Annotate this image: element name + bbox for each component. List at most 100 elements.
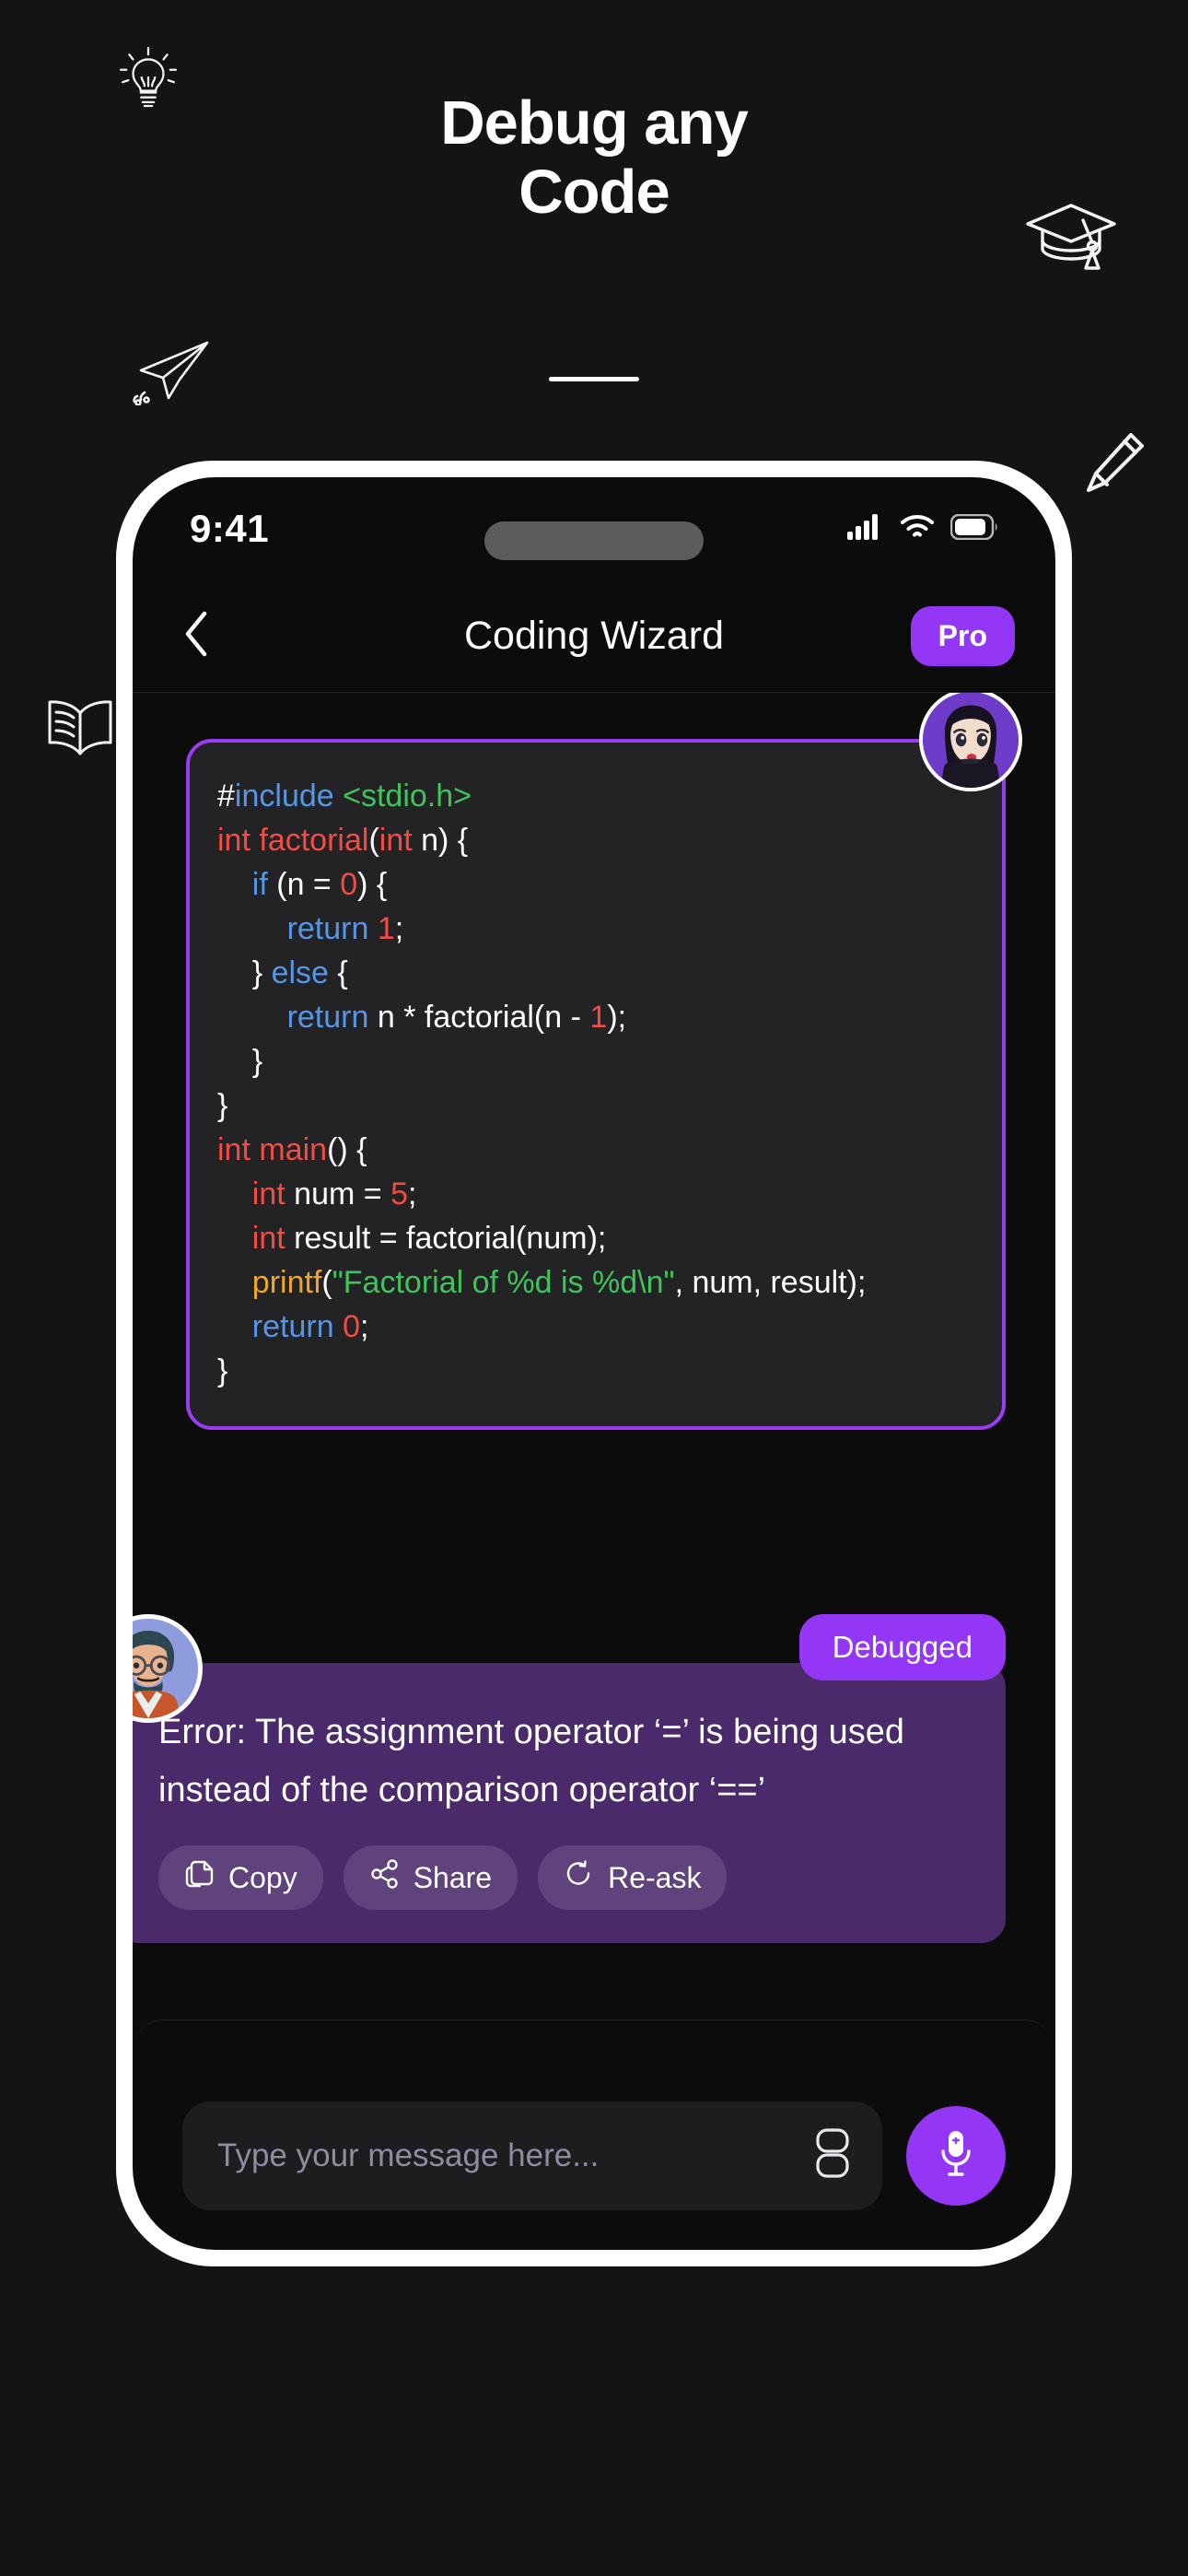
code-token: <stdio.h>: [343, 779, 472, 814]
copy-button[interactable]: Copy: [158, 1845, 323, 1910]
status-icons: [847, 513, 998, 544]
cellular-signal-icon: [847, 513, 884, 544]
code-token: int: [251, 1177, 285, 1212]
battery-icon: [949, 513, 998, 544]
app-header: Coding Wizard Pro: [133, 580, 1055, 693]
phone-frame: 9:41 Coding Wizard Pro #include <stdio.h…: [116, 461, 1072, 2266]
code-token: num =: [285, 1177, 391, 1212]
code-line: return n * factorial(n - 1);: [217, 995, 974, 1039]
code-token: (: [368, 823, 379, 858]
composer-bar: Type your message here...: [133, 2020, 1055, 2250]
code-token: }: [217, 955, 272, 990]
code-token: 1: [589, 1000, 608, 1035]
code-line: printf("Factorial of %d is %d\n", num, r…: [217, 1260, 974, 1305]
pencil-icon: [1083, 429, 1147, 498]
code-line: return 0;: [217, 1305, 974, 1349]
dynamic-island: [484, 521, 704, 560]
code-line: }: [217, 1039, 974, 1083]
refresh-icon: [564, 1858, 595, 1897]
code-token: int: [217, 1132, 250, 1167]
share-label: Share: [413, 1860, 493, 1894]
code-token: n) {: [412, 823, 469, 858]
status-badge[interactable]: Debugged: [798, 1614, 1006, 1680]
code-token: {: [328, 955, 348, 990]
open-book-icon: [44, 697, 116, 761]
back-button[interactable]: [169, 610, 223, 663]
code-token: result = factorial(num);: [285, 1221, 607, 1256]
assistant-message-bubble: Error: The assignment operator ‘=’ is be…: [133, 1663, 1006, 1943]
code-token: 1: [377, 911, 395, 946]
code-token: }: [217, 1088, 228, 1123]
code-line: } else {: [217, 951, 974, 995]
code-token: int: [251, 1221, 285, 1256]
code-token: , num, result);: [674, 1265, 867, 1300]
status-time: 9:41: [190, 507, 270, 550]
code-token: include: [234, 779, 334, 814]
code-line: int factorial(int n) {: [217, 818, 974, 862]
share-button[interactable]: Share: [343, 1845, 518, 1910]
microphone-icon: [933, 2127, 979, 2184]
page-title-line-2: Code: [518, 158, 670, 228]
code-line: return 1;: [217, 907, 974, 951]
code-token: 0: [343, 1309, 360, 1344]
status-bar: 9:41: [133, 477, 1055, 580]
paper-plane-icon: [132, 339, 211, 406]
code-token: () {: [327, 1132, 367, 1167]
code-token: n * factorial(n -: [368, 1000, 590, 1035]
code-token: return: [286, 911, 369, 946]
code-token: }: [217, 1353, 228, 1388]
code-token: if: [251, 867, 268, 902]
reask-label: Re-ask: [608, 1860, 702, 1894]
code-line: }: [217, 1083, 974, 1128]
code-line: int num = 5;: [217, 1172, 974, 1216]
code-token: printf: [251, 1265, 322, 1300]
code-token: }: [217, 1044, 263, 1079]
code-token: return: [251, 1309, 334, 1344]
code-line: if (n = 0) {: [217, 862, 974, 907]
code-token: int: [379, 823, 413, 858]
avatar-assistant: [919, 693, 1022, 791]
share-icon: [369, 1858, 401, 1897]
voice-input-button[interactable]: [906, 2105, 1006, 2206]
code-token: return: [286, 1000, 369, 1035]
code-token: factorial: [259, 823, 369, 858]
code-token: ;: [360, 1309, 369, 1344]
message-actions: Copy Share Re-ask: [158, 1845, 969, 1910]
chat-body: #include <stdio.h> int factorial(int n) {…: [133, 693, 1055, 2020]
code-line: int main() {: [217, 1128, 974, 1172]
reask-button[interactable]: Re-ask: [538, 1845, 728, 1910]
code-line: }: [217, 1349, 974, 1393]
code-token: main: [259, 1132, 328, 1167]
copy-icon: [184, 1858, 215, 1897]
message-input[interactable]: Type your message here...: [182, 2101, 882, 2210]
pro-badge[interactable]: Pro: [910, 606, 1015, 666]
code-token: );: [607, 1000, 627, 1035]
lightbulb-icon: [118, 46, 179, 112]
chevron-left-icon: [183, 611, 209, 662]
code-token: "Factorial of %d is %d\n": [332, 1265, 675, 1300]
wifi-icon: [900, 514, 935, 544]
code-token: ) {: [357, 867, 388, 902]
code-token: (: [321, 1265, 332, 1300]
code-line: int result = factorial(num);: [217, 1216, 974, 1260]
graduation-cap-icon: [1020, 198, 1122, 277]
title-underline: [549, 377, 639, 381]
code-token: 0: [340, 867, 358, 902]
code-token: 5: [390, 1177, 408, 1212]
code-line: #include <stdio.h>: [217, 774, 974, 818]
code-block-icon[interactable]: [807, 2125, 858, 2185]
message-input-placeholder: Type your message here...: [217, 2137, 600, 2173]
code-block[interactable]: #include <stdio.h> int factorial(int n) {…: [186, 739, 1006, 1430]
